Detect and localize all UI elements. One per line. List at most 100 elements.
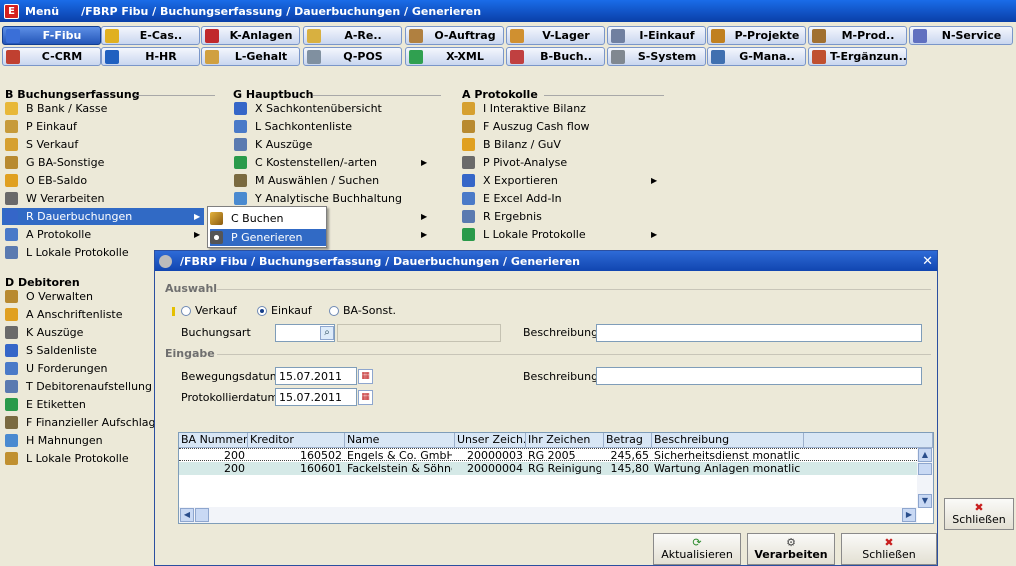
horizontal-scrollbar[interactable]: ◀ ▶	[179, 507, 917, 523]
beschreibung-input-1[interactable]	[596, 324, 922, 342]
column-header-betrag[interactable]: Betrag	[604, 433, 652, 448]
verarbeiten-button[interactable]: ⚙ Verarbeiten	[747, 533, 835, 565]
menu-item-k-auszüge[interactable]: K Auszüge	[231, 136, 431, 153]
menu-item-a-anschriftenliste[interactable]: A Anschriftenliste	[2, 306, 152, 323]
beschreibung-input-2[interactable]	[596, 367, 922, 385]
menu-item-p-einkauf[interactable]: P Einkauf	[2, 118, 204, 135]
calendar-icon[interactable]: ▦	[358, 390, 373, 405]
tab-label: G-Mana..	[739, 50, 795, 63]
tab-h-hr[interactable]: H-HR	[101, 47, 200, 66]
menu-item-i-interaktive-bilanz[interactable]: I Interaktive Bilanz	[459, 100, 659, 117]
bewegungsdatum-input[interactable]: 15.07.2011	[275, 367, 357, 385]
menu-item-x-sachkontenübersicht[interactable]: X Sachkontenübersicht	[231, 100, 431, 117]
tab-a-re[interactable]: A-Re..	[303, 26, 402, 45]
menu-item-a-protokolle[interactable]: A Protokolle ▶	[2, 226, 204, 243]
menu-item-c-kostenstellen-arten[interactable]: C Kostenstellen/-arten ▶	[231, 154, 431, 171]
menu-item-l-sachkontenliste[interactable]: L Sachkontenliste	[231, 118, 431, 135]
menu-item-r-dauerbuchungen[interactable]: R Dauerbuchungen ▶	[2, 208, 204, 225]
tab-i-einkauf[interactable]: I-Einkauf	[607, 26, 706, 45]
menu-item-g-ba-sonstige[interactable]: G BA-Sonstige	[2, 154, 204, 171]
submenu-item-generieren[interactable]: P Generieren	[210, 229, 326, 246]
column-header-ihr-zeichen[interactable]: Ihr Zeichen	[526, 433, 604, 448]
menu-item-w-verarbeiten[interactable]: W Verarbeiten	[2, 190, 204, 207]
tab-b-buch[interactable]: B-Buch..	[506, 47, 605, 66]
aktualisieren-button[interactable]: ⟳ Aktualisieren	[653, 533, 741, 565]
tab-label: N-Service	[941, 29, 1002, 42]
menu-item-label: T Debitorenaufstellung	[26, 380, 152, 393]
radio-circle[interactable]	[181, 305, 191, 316]
close-icon[interactable]: ✕	[922, 254, 933, 269]
menu-item-b-bank-kasse[interactable]: B Bank / Kasse	[2, 100, 204, 117]
tab-p-projekte[interactable]: P-Projekte	[707, 26, 806, 45]
menu-item-label: G BA-Sonstige	[26, 156, 105, 169]
tab-c-crm[interactable]: C-CRM	[2, 47, 101, 66]
menu-item-u-forderungen[interactable]: U Forderungen	[2, 360, 152, 377]
menu-item-b-bilanz-guv[interactable]: B Bilanz / GuV	[459, 136, 659, 153]
table-cell: 200	[224, 462, 245, 475]
tab-n-service[interactable]: N-Service	[909, 26, 1013, 45]
button-label: Schließen	[862, 548, 916, 561]
outer-schliessen-button[interactable]: ✖ Schließen	[944, 498, 1014, 530]
menu-item-e-excel-add-in[interactable]: E Excel Add-In	[459, 190, 659, 207]
tab-g-mana[interactable]: G-Mana..	[707, 47, 806, 66]
menu-item-e-etiketten[interactable]: E Etiketten	[2, 396, 152, 413]
menu-item-o-eb-saldo[interactable]: O EB-Saldo	[2, 172, 204, 189]
tab-q-pos[interactable]: Q-POS	[303, 47, 402, 66]
column-header-ba-nummer[interactable]: BA Nummer	[179, 433, 248, 448]
column-header-kreditor[interactable]: Kreditor	[248, 433, 345, 448]
radio-verkauf[interactable]: Verkauf	[181, 304, 237, 317]
radio-circle[interactable]	[329, 305, 339, 316]
search-icon[interactable]: ⌕	[320, 326, 334, 340]
menu-item-m-auswählen-suchen[interactable]: M Auswählen / Suchen	[231, 172, 431, 189]
dialog-schliessen-button[interactable]: ✖ Schließen	[841, 533, 937, 565]
menu-item-r-ergebnis[interactable]: R Ergebnis	[459, 208, 659, 225]
o-auftrag-module-icon	[409, 28, 423, 43]
scroll-up-icon[interactable]: ▲	[918, 448, 932, 462]
radio-einkauf[interactable]: Einkauf	[257, 304, 312, 317]
menu-item-s-verkauf[interactable]: S Verkauf	[2, 136, 204, 153]
tab-x-xml[interactable]: X-XML	[405, 47, 504, 66]
menu-item-h-mahnungen[interactable]: H Mahnungen	[2, 432, 152, 449]
menu-item-o-verwalten[interactable]: O Verwalten	[2, 288, 152, 305]
tab-f-fibu[interactable]: F-Fibu	[2, 26, 101, 45]
column-header-name[interactable]: Name	[345, 433, 455, 448]
submenu-item-buchen[interactable]: C Buchen	[210, 210, 326, 227]
menu-item-l-lokale-protokolle[interactable]: L Lokale Protokolle	[2, 450, 152, 467]
tab-t-ergänzun[interactable]: T-Ergänzun..	[808, 47, 907, 66]
protokolldatum-input[interactable]: 15.07.2011	[275, 388, 357, 406]
scroll-left-icon[interactable]: ◀	[180, 508, 194, 522]
submenu-arrow-icon: ▶	[421, 230, 428, 239]
menu-item-f-auszug-cash-flow[interactable]: F Auszug Cash flow	[459, 118, 659, 135]
column-header-beschreibung[interactable]: Beschreibung	[652, 433, 804, 448]
scroll-right-icon[interactable]: ▶	[902, 508, 916, 522]
tab-s-system[interactable]: S-System	[607, 47, 706, 66]
main-menu[interactable]: Menü	[25, 5, 59, 18]
column-header-unser-zeich[interactable]: Unser Zeich..	[455, 433, 526, 448]
menu-item-k-auszüge[interactable]: K Auszüge	[2, 324, 152, 341]
table-row[interactable]: 200 160601 Fackelstein & Söhne 20000004 RG R…	[179, 462, 917, 475]
scroll-thumb[interactable]	[195, 508, 209, 522]
menu-item-x-exportieren[interactable]: X Exportieren ▶	[459, 172, 659, 189]
scroll-down-icon[interactable]: ▼	[918, 494, 932, 508]
menu-item-f-finanzieller-aufschlag[interactable]: F Finanzieller Aufschlag	[2, 414, 156, 431]
bewegungsdatum-label: Bewegungsdatum	[181, 370, 281, 383]
table-row[interactable]: 200 160502 Engels & Co. GmbH 20000003 RG 200…	[179, 448, 917, 462]
menu-item-label: U Forderungen	[26, 362, 108, 375]
tab-l-gehalt[interactable]: L-Gehalt	[201, 47, 300, 66]
tab-e-cas[interactable]: E-Cas..	[101, 26, 200, 45]
scroll-thumb[interactable]	[918, 463, 932, 475]
vertical-scrollbar[interactable]: ▲ ▼	[917, 448, 933, 508]
menu-item-s-saldenliste[interactable]: S Saldenliste	[2, 342, 152, 359]
menu-item-p-pivot-analyse[interactable]: P Pivot-Analyse	[459, 154, 659, 171]
tab-k-anlagen[interactable]: K-Anlagen	[201, 26, 300, 45]
menu-item-l-lokale-protokolle[interactable]: L Lokale Protokolle ▶	[459, 226, 659, 243]
tab-v-lager[interactable]: V-Lager	[506, 26, 605, 45]
r-dauerbuchungen-icon	[5, 210, 18, 223]
calendar-icon[interactable]: ▦	[358, 369, 373, 384]
radio-circle[interactable]	[257, 305, 267, 316]
menu-item-y-analytische-buchhaltung[interactable]: Y Analytische Buchhaltung	[231, 190, 431, 207]
tab-o-auftrag[interactable]: O-Auftrag	[405, 26, 504, 45]
radio-ba-sonst[interactable]: BA-Sonst.	[329, 304, 396, 317]
tab-m-prod[interactable]: M-Prod..	[808, 26, 907, 45]
menu-item-t-debitorenaufstellung[interactable]: T Debitorenaufstellung	[2, 378, 152, 395]
